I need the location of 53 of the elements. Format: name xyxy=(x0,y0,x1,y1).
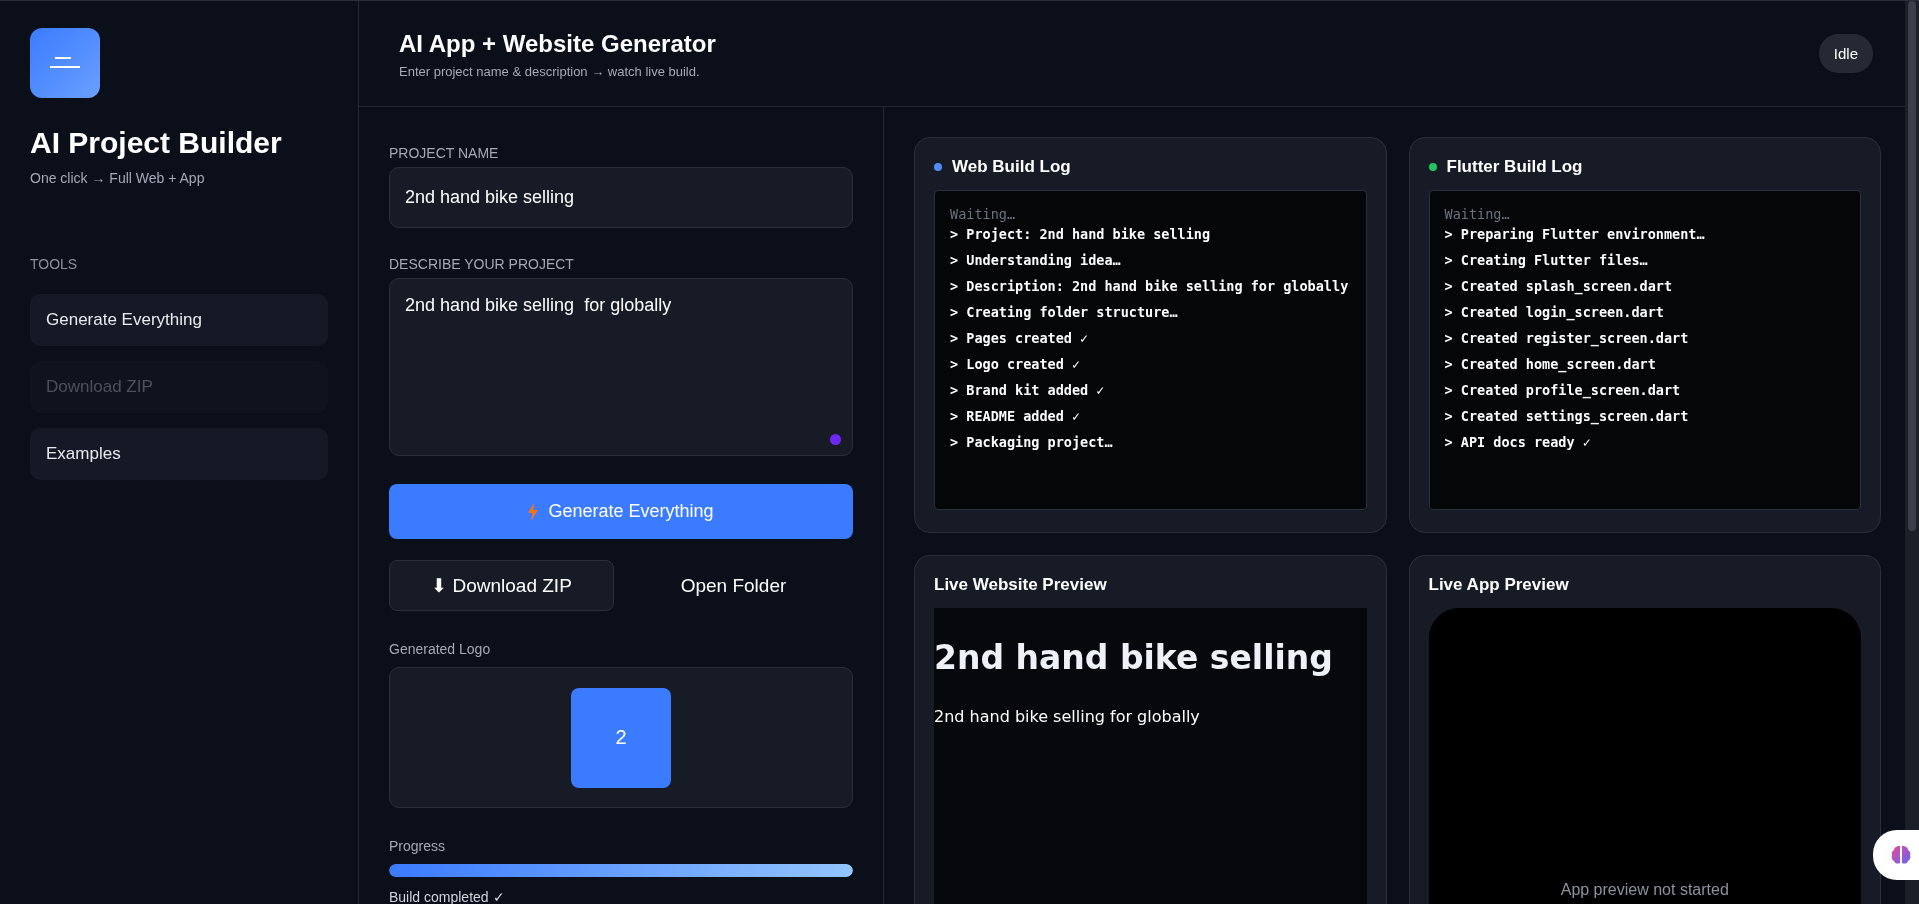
assistant-button[interactable] xyxy=(1873,830,1919,880)
log-line: > Created login_screen.dart xyxy=(1444,303,1665,321)
logo-icon xyxy=(30,28,100,98)
preview-heading: 2nd hand bike selling xyxy=(934,638,1334,677)
generated-logo: 2 xyxy=(571,687,671,788)
section-heading: TOOLS xyxy=(30,256,79,272)
log-line: Waiting… xyxy=(1444,205,1511,223)
open-folder-button[interactable]: Open Folder xyxy=(614,560,853,611)
log-line: > Created home_screen.dart xyxy=(1444,355,1657,373)
log-line: > Created register_screen.dart xyxy=(1444,329,1690,347)
log-line: > Pages created ✓ xyxy=(950,329,1090,347)
log-line: Waiting… xyxy=(950,205,1017,223)
card-title: Live App Preview xyxy=(1428,575,1569,595)
preview-text: 2nd hand bike selling for globally xyxy=(934,707,1201,726)
sidebar-item[interactable]: Generate Everything xyxy=(30,294,328,346)
lightning-icon xyxy=(528,502,539,521)
app-title: AI Project Builder xyxy=(30,126,283,160)
description-field[interactable]: 2nd hand bike selling for globally xyxy=(389,278,853,456)
project-name-field[interactable]: 2nd hand bike selling xyxy=(389,167,853,228)
log-line: > Project: 2nd hand bike selling xyxy=(950,225,1212,243)
sidebar-item[interactable]: Examples xyxy=(30,428,328,480)
log-line: > Created profile_screen.dart xyxy=(1444,381,1682,399)
log-line: > Brand kit added ✓ xyxy=(950,381,1106,399)
section-label: Generated Logo xyxy=(389,641,492,657)
brain-icon xyxy=(1890,844,1912,866)
log-line: > API docs ready ✓ xyxy=(1444,433,1592,451)
log-line: > README added ✓ xyxy=(950,407,1082,425)
page-subtitle: Enter project name & description → watch live build. xyxy=(399,64,701,79)
log-line: > Created settings_screen.dart xyxy=(1444,407,1690,425)
log-line: > Logo created ✓ xyxy=(950,355,1082,373)
log-line: > Creating Flutter files… xyxy=(1444,251,1649,269)
scrollbar-thumb[interactable] xyxy=(1908,1,1916,531)
log-line: > Created splash_screen.dart xyxy=(1444,277,1674,295)
log-line: > Understanding idea… xyxy=(950,251,1122,269)
preview-message: App preview not started xyxy=(1560,881,1729,899)
progress-status: Build completed ✓ xyxy=(389,889,506,904)
field-label: DESCRIBE YOUR PROJECT xyxy=(389,256,575,272)
download-button[interactable]: ⬇ Download ZIP xyxy=(389,560,614,611)
indicator-dot-icon xyxy=(830,434,841,445)
scrollbar[interactable] xyxy=(1905,1,1919,904)
status-badge: Idle xyxy=(1818,34,1873,73)
card-title: Web Build Log xyxy=(952,157,1071,177)
generate-button[interactable]: Generate Everything xyxy=(389,484,853,539)
page-title: AI App + Website Generator xyxy=(399,30,717,58)
field-label: PROJECT NAME xyxy=(389,145,500,161)
log-line: > Description: 2nd hand bike selling for globally xyxy=(950,277,1350,295)
log-line: > Packaging project… xyxy=(950,433,1114,451)
card-title: Flutter Build Log xyxy=(1446,157,1583,177)
log-line: > Preparing Flutter environment… xyxy=(1444,225,1706,243)
section-label: Progress xyxy=(389,838,447,854)
card-title: Live Website Preview xyxy=(934,575,1107,595)
app-subtitle: One click → Full Web + App xyxy=(30,170,206,186)
log-line: > Creating folder structure… xyxy=(950,303,1179,321)
